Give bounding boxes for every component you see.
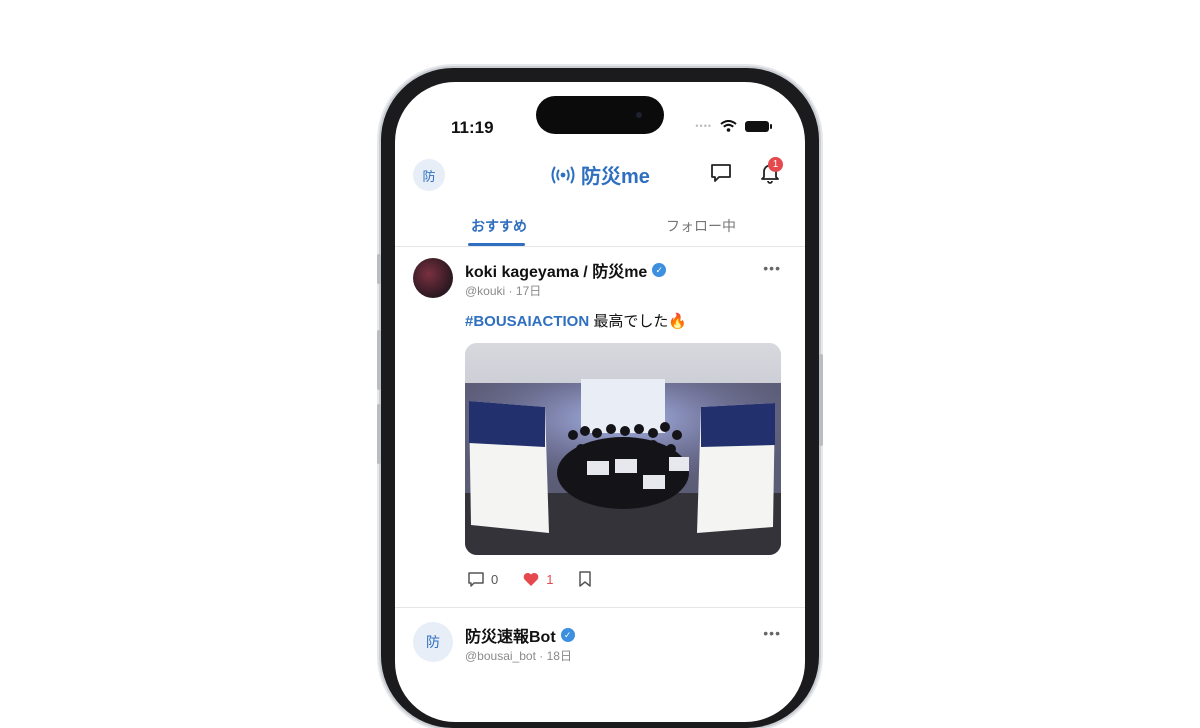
- post-handle: @kouki: [465, 284, 506, 298]
- brand-name: 防災me: [581, 166, 650, 188]
- bot-handle: @bousai_bot: [465, 649, 536, 663]
- tabs-divider: [395, 246, 805, 247]
- post-photo[interactable]: [465, 343, 781, 555]
- post-author[interactable]: koki kageyama / 防災me ✓: [465, 258, 667, 282]
- event-photo-illustration: [465, 343, 781, 555]
- app-screen: 11:19 •••• 防 防災me 1 おすすめ フォロー中 koki kage…: [395, 82, 805, 722]
- meta-separator: ·: [508, 284, 516, 298]
- app-logo: 防災me: [549, 160, 650, 189]
- wifi-icon: [720, 120, 737, 132]
- tab-following[interactable]: フォロー中: [666, 216, 736, 236]
- post-hashtag[interactable]: #BOUSAIACTION: [465, 313, 589, 330]
- battery-icon: [745, 120, 772, 132]
- tab-recommended[interactable]: おすすめ: [471, 216, 527, 236]
- bot-author[interactable]: 防災速報Bot ✓: [465, 623, 575, 647]
- phone-frame: 11:19 •••• 防 防災me 1 おすすめ フォロー中 koki kage…: [377, 68, 823, 728]
- signal-dots: ••••: [695, 121, 712, 131]
- like-count: 1: [546, 571, 554, 587]
- verified-icon: ✓: [560, 628, 575, 642]
- bot-meta: @bousai_bot · 18日: [465, 647, 572, 664]
- post-body: 最高でした🔥: [589, 313, 688, 330]
- action-button: [377, 254, 381, 284]
- comment-count: 0: [491, 571, 499, 587]
- status-time: 11:19: [451, 118, 494, 137]
- volume-up-button: [377, 330, 381, 390]
- power-button: [819, 354, 823, 446]
- more-icon[interactable]: •••: [763, 625, 781, 641]
- profile-avatar[interactable]: 防: [413, 159, 445, 191]
- post-text: #BOUSAIACTION 最高でした🔥: [465, 310, 687, 331]
- post-meta: @kouki · 17日: [465, 282, 541, 299]
- verified-icon: ✓: [652, 263, 667, 277]
- post-age: 17日: [515, 284, 542, 298]
- chat-icon[interactable]: [710, 162, 732, 184]
- volume-down-button: [377, 404, 381, 464]
- broadcast-icon: [551, 166, 575, 183]
- dynamic-island: [536, 96, 664, 134]
- bot-age: 18日: [546, 649, 572, 663]
- bookmark-icon[interactable]: [577, 570, 593, 588]
- post-divider: [395, 607, 805, 608]
- post-actions: 0 1: [467, 570, 593, 588]
- comment-icon[interactable]: [467, 570, 485, 588]
- status-indicators: ••••: [695, 120, 772, 132]
- post-author-avatar[interactable]: [413, 258, 453, 298]
- meta-separator: ·: [539, 649, 547, 663]
- notification-badge: 1: [768, 157, 783, 172]
- bot-author-name: 防災速報Bot: [465, 629, 556, 646]
- bot-avatar[interactable]: 防: [413, 622, 453, 662]
- post-author-name: koki kageyama / 防災me: [465, 264, 648, 281]
- heart-icon[interactable]: [522, 570, 540, 588]
- more-icon[interactable]: •••: [763, 260, 781, 276]
